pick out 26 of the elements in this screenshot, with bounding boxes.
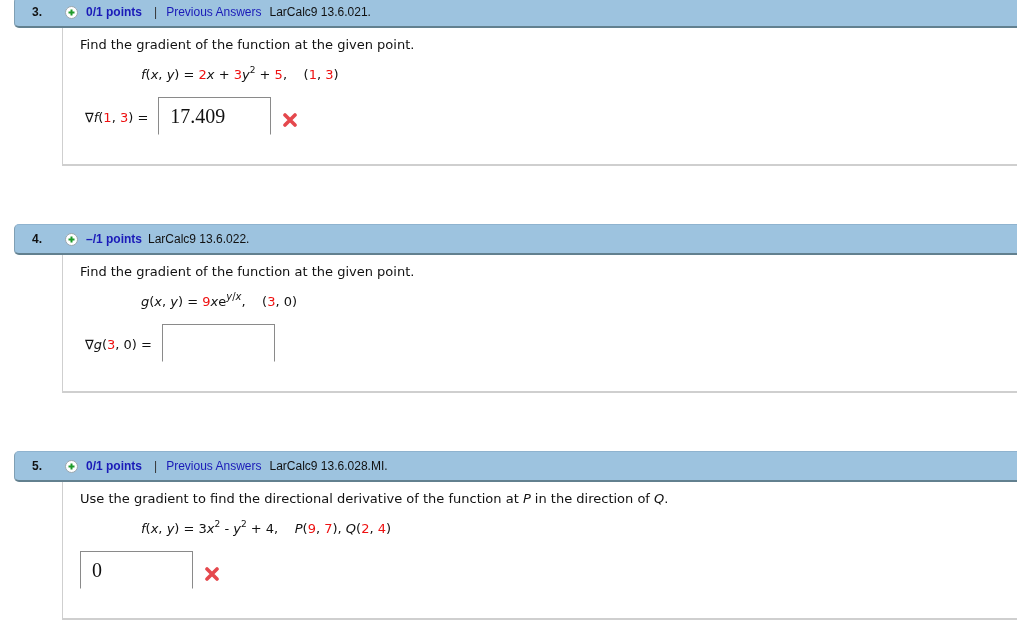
points-label: –/1 points [86,232,142,246]
question-prompt: Find the gradient of the function at the given point. [80,263,415,281]
formula-text: f(x, y) = 2x + 3y$^{2}$ + 5, (1, 3) [141,66,339,84]
previous-answers-link[interactable]: Previous Answers [166,5,262,19]
question-number: 4. [31,232,43,246]
plus-icon[interactable] [65,232,78,246]
question-prompt: Use the gradient to find the directional derivative of the function at P in the direction of Q. [80,490,669,508]
points-label: 0/1 points [86,459,142,473]
answer-label: ∇g(3, 0) = [85,336,152,354]
plus-icon[interactable] [65,459,78,473]
answer-field[interactable]: 17.409 [158,97,272,135]
answer-field[interactable] [161,324,275,362]
question-number: 3. [31,5,43,19]
answer-field[interactable]: 0 [80,551,193,589]
source-label: LarCalc9 13.6.021. [269,5,371,19]
source-label: LarCalc9 13.6.028.MI. [269,459,388,473]
question-number: 5. [31,459,43,473]
answer-label: ∇f(1, 3) = [85,109,149,127]
previous-answers-link[interactable]: Previous Answers [166,459,262,473]
plus-icon[interactable] [65,5,78,19]
separator-text: | [154,5,158,19]
source-label: LarCalc9 13.6.022. [148,232,250,246]
separator-text: | [154,459,158,473]
formula-text: f(x, y) = 3x$^{2}$ - y$^{2}$ + 4, P(9, 7), Q(2, 4) [141,520,392,538]
points-label: 0/1 points [86,5,142,19]
question-prompt: Find the gradient of the function at the given point. [80,36,415,54]
